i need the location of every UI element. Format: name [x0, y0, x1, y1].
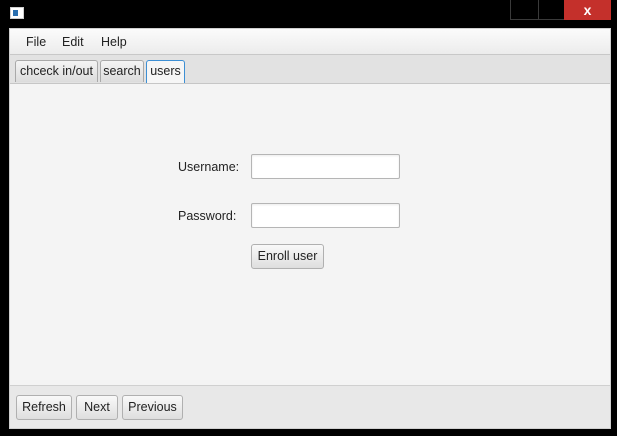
username-field[interactable] [251, 154, 400, 179]
menu-bar: File Edit Help [10, 29, 610, 55]
password-field[interactable] [251, 203, 400, 228]
refresh-button[interactable]: Refresh [16, 395, 72, 420]
enroll-user-button[interactable]: Enroll user [251, 244, 324, 269]
close-icon: x [583, 2, 592, 18]
title-bar: x [0, 0, 617, 28]
maximize-button[interactable] [538, 0, 564, 20]
close-button[interactable]: x [564, 0, 611, 20]
username-label: Username: [178, 160, 240, 174]
tab-check-in-out[interactable]: chceck in/out [15, 60, 98, 82]
tab-bar: chceck in/out search users [10, 55, 610, 84]
users-panel: Username: Password: Enroll user [10, 84, 610, 386]
minimize-button[interactable] [510, 0, 538, 20]
tab-search[interactable]: search [100, 60, 144, 82]
menu-help[interactable]: Help [101, 35, 127, 49]
tab-users[interactable]: users [146, 60, 185, 83]
bottom-toolbar: Refresh Next Previous [10, 385, 610, 428]
next-button[interactable]: Next [76, 395, 118, 420]
app-window: File Edit Help chceck in/out search user… [9, 28, 611, 429]
menu-edit[interactable]: Edit [62, 35, 84, 49]
app-icon [10, 7, 24, 19]
menu-file[interactable]: File [26, 35, 46, 49]
previous-button[interactable]: Previous [122, 395, 183, 420]
password-label: Password: [178, 209, 237, 223]
